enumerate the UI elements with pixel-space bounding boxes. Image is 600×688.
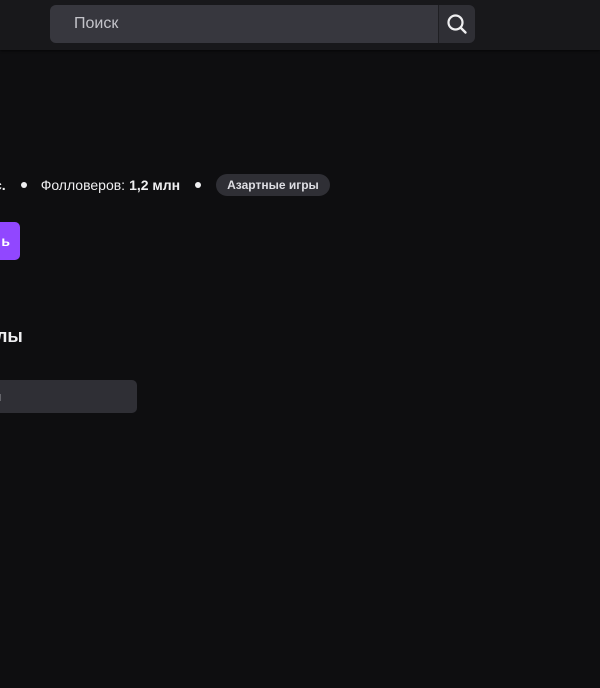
search-input[interactable] <box>50 5 438 43</box>
search-button[interactable] <box>438 5 475 43</box>
category-tag[interactable]: Азартные игры <box>216 174 330 196</box>
stats-clipped-text: с. <box>0 177 6 193</box>
search-bar <box>50 5 475 43</box>
channel-stats-row: с. Фолловеров: 1,2 млн Азартные игры <box>0 172 330 198</box>
follow-button[interactable]: ь <box>0 222 20 260</box>
filter-input[interactable]: н <box>0 380 137 413</box>
filter-input-text: н <box>0 389 1 404</box>
followers-count: 1,2 млн <box>129 177 181 193</box>
section-title: лы <box>0 326 23 346</box>
followers-label: Фолловеров: <box>40 177 126 193</box>
follow-button-label: ь <box>1 233 10 249</box>
search-icon <box>447 14 467 34</box>
separator-dot <box>195 182 202 188</box>
page: с. Фолловеров: 1,2 млн Азартные игры ь л… <box>0 0 600 688</box>
separator-dot <box>20 182 27 188</box>
top-navigation-bar <box>0 0 600 50</box>
